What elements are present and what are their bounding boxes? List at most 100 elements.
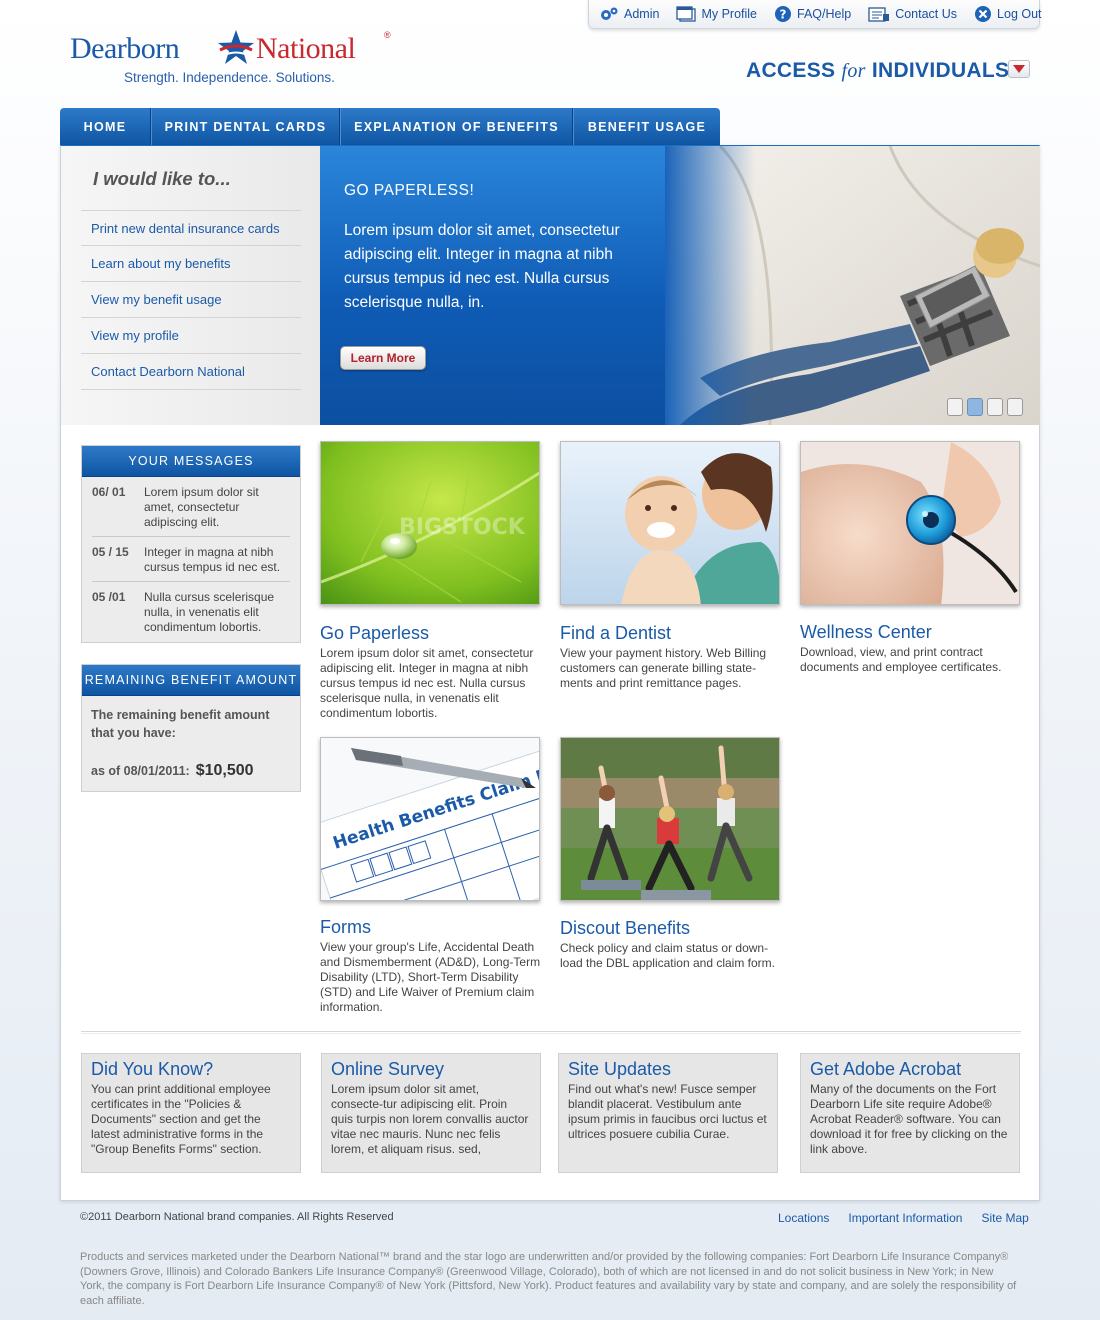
brand-logo[interactable]: Dearborn National ® Strength. Independen… <box>70 28 400 88</box>
info-box-text: You can print additional employee certif… <box>91 1082 271 1156</box>
tile-description: Lorem ipsum dolor sit amet, consectetur … <box>320 646 534 720</box>
tile-image-stethoscope[interactable] <box>800 441 1020 605</box>
quick-link-print-cards[interactable]: Print new dental insurance cards <box>81 210 301 246</box>
quick-link-learn-benefits[interactable]: Learn about my benefits <box>81 246 301 282</box>
watermark-text: BIGSTOCK <box>399 515 526 540</box>
logo-word-dearborn: Dearborn <box>70 32 180 65</box>
tile-image-yoga-class[interactable] <box>560 737 780 901</box>
info-box-get-adobe-acrobat: Get Adobe Acrobat Many of the documents … <box>800 1053 1020 1173</box>
tile-description: Download, view, and print contract docum… <box>800 645 1002 674</box>
footer-link-locations[interactable]: Locations <box>778 1211 829 1225</box>
tile-title[interactable]: Go Paperless <box>320 623 542 644</box>
tile-description: View your group's Life, Accidental Death… <box>320 940 541 1014</box>
contact-us-label: Contact Us <box>895 7 958 21</box>
caret-down-icon <box>1013 60 1025 78</box>
gears-icon <box>599 6 619 22</box>
contact-form-icon <box>868 6 890 22</box>
slide-dot-4[interactable] <box>1007 398 1023 416</box>
nav-print-dental-cards[interactable]: PRINT DENTAL CARDS <box>151 108 340 146</box>
copyright-text: ©2011 Dearborn National brand companies.… <box>80 1211 394 1223</box>
message-date: 05 /01 <box>92 590 126 604</box>
info-box-title[interactable]: Online Survey <box>331 1059 531 1080</box>
registered-mark: ® <box>384 30 391 40</box>
tile-discount-benefits: Discout Benefits Check policy and claim … <box>560 737 782 971</box>
log-out-link[interactable]: Log Out <box>974 5 1042 23</box>
quick-link-benefit-usage[interactable]: View my benefit usage <box>81 282 301 318</box>
remaining-benefit-title: REMAINING BENEFIT AMOUNT <box>82 665 300 696</box>
hero-title: GO PAPERLESS! <box>344 182 475 199</box>
admin-label: Admin <box>624 7 660 21</box>
tile-image-leaf[interactable]: BIGSTOCK <box>320 441 540 605</box>
info-box-text: Many of the documents on the Fort Dearbo… <box>810 1082 1008 1156</box>
tile-title[interactable]: Discout Benefits <box>560 918 782 939</box>
faq-help-link[interactable]: ? FAQ/Help <box>774 5 851 23</box>
info-box-title[interactable]: Site Updates <box>568 1059 768 1080</box>
legal-disclaimer: Products and services marketed under the… <box>80 1251 1017 1307</box>
nav-explanation-of-benefits[interactable]: EXPLANATION OF BENEFITS <box>340 108 573 146</box>
message-text: Lorem ipsum dolor sit amet, consectetur … <box>144 485 259 529</box>
profile-window-icon <box>676 6 697 22</box>
hero-banner: GO PAPERLESS! Lorem ipsum dolor sit amet… <box>320 146 1040 425</box>
section-divider <box>81 1031 1021 1034</box>
message-text: Nulla cursus scelerisque nulla, in venen… <box>144 590 275 634</box>
tile-wellness-center: Wellness Center Download, view, and prin… <box>800 441 1022 675</box>
access-for: for <box>841 60 866 82</box>
slide-dot-1[interactable] <box>947 398 963 416</box>
remaining-as-of: as of 08/01/2011: <box>91 764 190 778</box>
quick-links-panel: I would like to... Print new dental insu… <box>61 146 321 425</box>
main-nav: HOME PRINT DENTAL CARDS EXPLANATION OF B… <box>60 108 720 146</box>
message-item[interactable]: 05 / 15 Integer in magna at nibh cursus … <box>92 537 290 582</box>
tile-title[interactable]: Forms <box>320 917 542 938</box>
tile-find-a-dentist: Find a Dentist View your payment history… <box>560 441 782 691</box>
brand-tagline: Strength. Independence. Solutions. <box>124 70 335 85</box>
tile-forms: Health Benefits Claim Form Forms View yo… <box>320 737 542 1015</box>
remaining-benefit-line: as of 08/01/2011: $10,500 <box>91 762 291 780</box>
contact-us-link[interactable]: Contact Us <box>868 6 957 22</box>
access-suffix: INDIVIDUALS <box>871 59 1010 82</box>
footer-link-site-map[interactable]: Site Map <box>981 1211 1028 1225</box>
remaining-benefit-text: The remaining benefit amount that you ha… <box>91 708 270 740</box>
footer-links: Locations Important Information Site Map <box>778 1211 1029 1225</box>
quick-links-list: Print new dental insurance cards Learn a… <box>81 210 301 390</box>
access-label: ACCESS for INDIVIDUALS <box>746 59 1009 83</box>
quick-link-view-profile[interactable]: View my profile <box>81 318 301 354</box>
access-dropdown-button[interactable] <box>1008 60 1030 78</box>
messages-title: YOUR MESSAGES <box>82 446 300 477</box>
quick-link-contact[interactable]: Contact Dearborn National <box>81 354 301 390</box>
footer-link-important-information[interactable]: Important Information <box>848 1211 962 1225</box>
my-profile-label: My Profile <box>701 7 758 21</box>
slide-dot-3[interactable] <box>987 398 1003 416</box>
nav-home[interactable]: HOME <box>60 108 151 146</box>
remaining-benefit-box: REMAINING BENEFIT AMOUNT The remaining b… <box>81 664 301 792</box>
tile-title[interactable]: Wellness Center <box>800 622 1022 643</box>
slide-pager <box>947 398 1023 416</box>
logo-word-national: National <box>256 32 356 65</box>
access-prefix: ACCESS <box>746 59 836 82</box>
message-date: 06/ 01 <box>92 485 126 499</box>
utility-bar: Admin My Profile ? FAQ/Help Contact Us L… <box>588 0 1042 29</box>
main-content: I would like to... Print new dental insu… <box>60 145 1040 1201</box>
logout-icon <box>974 5 992 23</box>
message-date: 05 / 15 <box>92 545 129 559</box>
remaining-amount: $10,500 <box>195 762 254 779</box>
tile-image-mother-child[interactable] <box>560 441 780 605</box>
message-item[interactable]: 05 /01 Nulla cursus scelerisque nulla, i… <box>92 582 290 641</box>
nav-benefit-usage[interactable]: BENEFIT USAGE <box>573 108 720 146</box>
info-box-title[interactable]: Did You Know? <box>91 1059 291 1080</box>
my-profile-link[interactable]: My Profile <box>676 6 757 22</box>
hero-text: Lorem ipsum dolor sit amet, consectetur … <box>344 222 620 311</box>
message-text: Integer in magna at nibh cursus tempus i… <box>144 545 281 574</box>
info-box-title[interactable]: Get Adobe Acrobat <box>810 1059 1010 1080</box>
quick-links-title: I would like to... <box>93 168 231 189</box>
admin-link[interactable]: Admin <box>599 6 659 22</box>
slide-dot-2[interactable] <box>967 398 983 416</box>
message-item[interactable]: 06/ 01 Lorem ipsum dolor sit amet, conse… <box>92 477 290 537</box>
learn-more-button[interactable]: Learn More <box>340 346 426 370</box>
info-box-text: Find out what's new! Fusce semper blandi… <box>568 1082 767 1141</box>
tile-title[interactable]: Find a Dentist <box>560 623 782 644</box>
faq-help-label: FAQ/Help <box>797 7 852 21</box>
tile-image-claim-form[interactable]: Health Benefits Claim Form <box>320 737 540 901</box>
svg-text:?: ? <box>780 8 787 22</box>
star-logo-icon <box>216 28 256 73</box>
messages-box: YOUR MESSAGES 06/ 01 Lorem ipsum dolor s… <box>81 445 301 643</box>
